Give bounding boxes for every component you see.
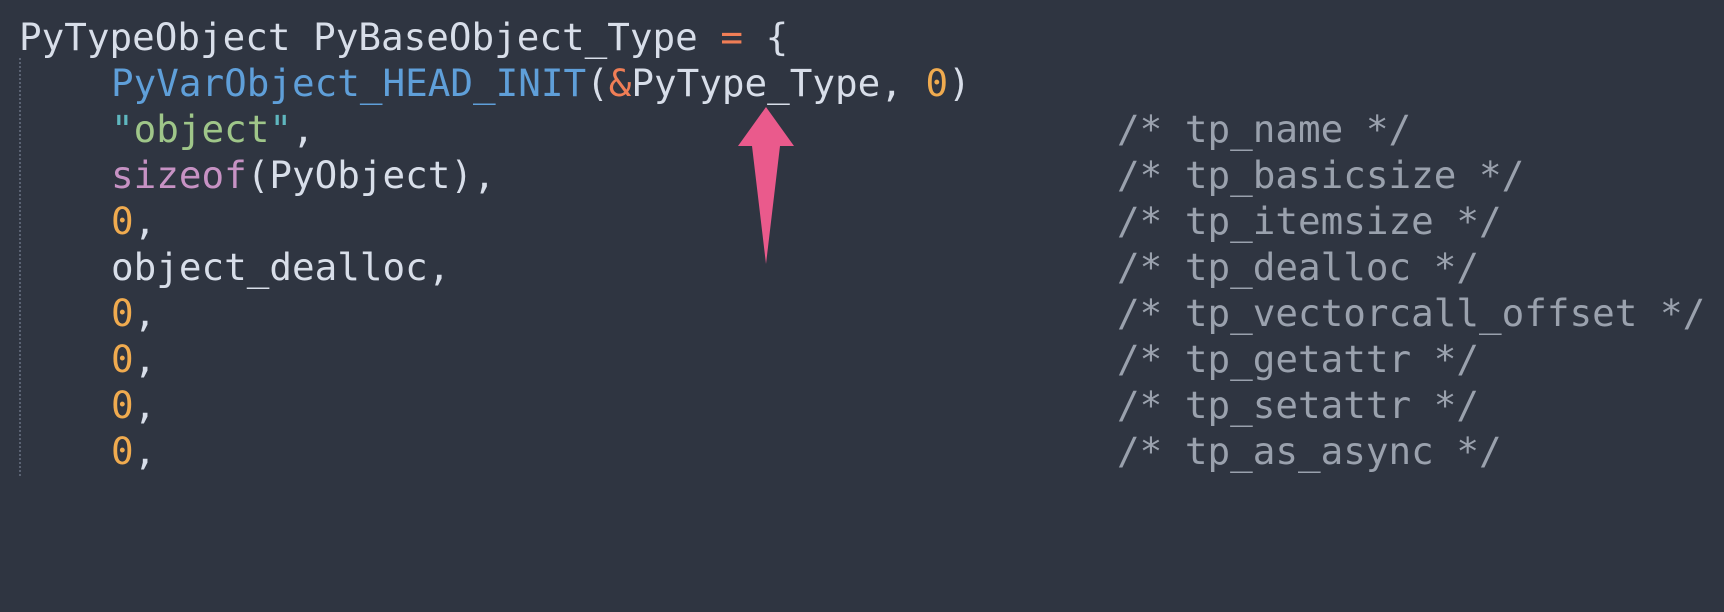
code-editor[interactable]: PyTypeObject PyBaseObject_Type = { PyVar… [0,0,1724,476]
pink-up-arrow-icon [738,107,794,264]
